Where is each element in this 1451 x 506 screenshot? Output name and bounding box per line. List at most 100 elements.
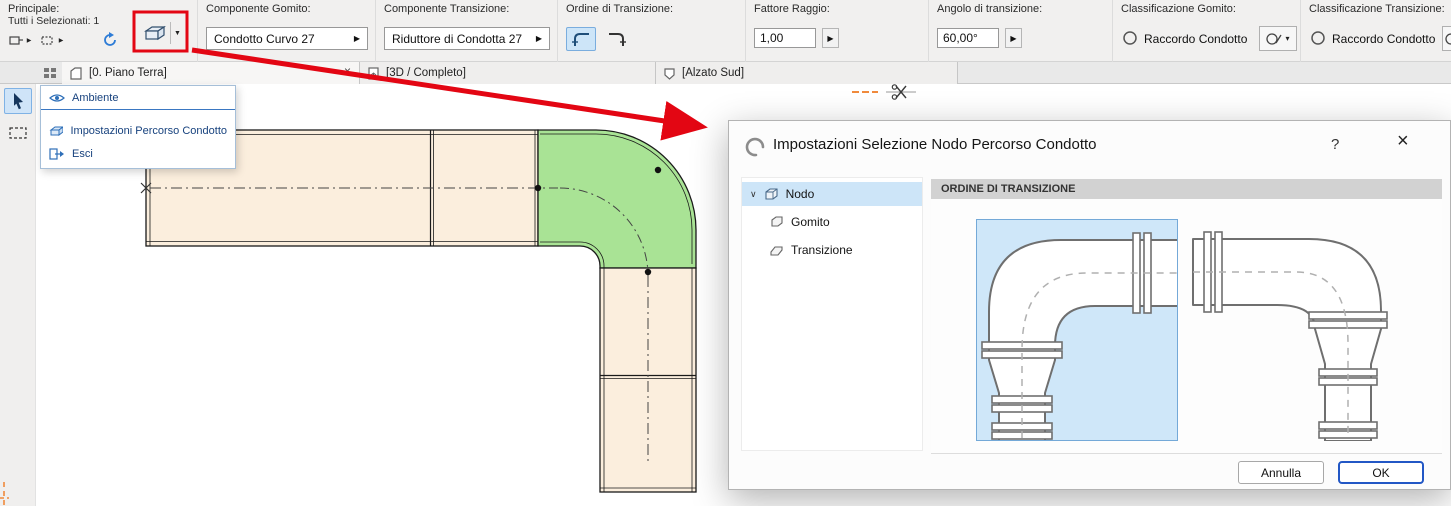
elbow-order-1-icon [571,31,591,47]
duct-icon [143,24,167,42]
node-handle[interactable] [535,185,541,191]
classification-ring-icon [1310,30,1326,46]
cancel-button[interactable]: Annulla [1238,461,1324,484]
node-handle[interactable] [655,167,661,173]
angolo-transizione-flyout-button[interactable]: ▶ [1005,28,1022,48]
duct-settings-icon [49,125,63,137]
tab-piano-terra[interactable]: [0. Piano Terra] × [62,62,360,84]
rotate-button[interactable] [98,30,122,50]
componente-gomito-combo[interactable]: Condotto Curvo 27 ▶ [206,27,368,50]
dialog-footer-divider [931,453,1442,454]
info-toolbar: Principale: Tutti i Selezionati: 1 ▶ ▶ [0,0,1451,62]
flyout-arrow-icon: ▶ [536,34,542,43]
view-tabbar: [0. Piano Terra] × [3D / Completo] [Alza… [0,62,1451,84]
marquee-select-tool[interactable] [4,120,32,146]
section-fattore-raggio: Fattore Raggio: ▶ [745,0,928,62]
app-window: Principale: Tutti i Selezionati: 1 ▶ ▶ [0,0,1451,506]
tree-item-label: Nodo [786,187,815,201]
eye-icon [49,93,65,103]
help-button[interactable]: ? [1331,136,1339,153]
section-ordine-transizione: Ordine di Transizione: [557,0,745,62]
menu-item-ambiente[interactable]: Ambiente [41,86,235,109]
transition-order-first-button[interactable] [566,27,596,51]
floor-plan-icon [69,67,83,80]
chevron-down-icon[interactable]: ∨ [750,189,757,200]
tab-label: [3D / Completo] [386,67,466,79]
flyout-arrow-icon: ▶ [59,37,64,44]
menu-item-impostazioni-percorso[interactable]: Impostazioni Percorso Condotto [41,119,235,142]
transition-order-option-1[interactable] [976,219,1178,441]
marquee-tool-button[interactable]: ▶ [38,30,66,50]
ok-button[interactable]: OK [1338,461,1424,484]
node-icon [764,188,779,200]
fattore-raggio-input[interactable] [754,28,816,48]
transition-order-second-button[interactable] [602,27,632,51]
dropdown-arrow-icon[interactable]: ▼ [174,30,181,37]
node-selection-settings-dialog: Impostazioni Selezione Nodo Percorso Con… [728,120,1451,490]
tree-item-transizione[interactable]: Transizione [742,238,922,262]
snap-dashes-icon [852,88,878,96]
section-classificazione-gomito: Classificazione Gomito: Raccordo Condott… [1112,0,1300,62]
close-icon[interactable]: × [1397,130,1409,153]
section-principale: Principale: Tutti i Selezionati: 1 ▶ ▶ [0,0,197,62]
node-tool-button[interactable]: ▶ [6,30,34,50]
flyout-arrow-icon: ▶ [1010,34,1016,43]
pet-palette-menu: Ambiente Impostazioni Percorso Condotto … [40,85,236,169]
tree-item-nodo[interactable]: ∨ Nodo [742,182,922,206]
componente-transizione-combo[interactable]: Riduttore di Condotta 27 ▶ [384,27,550,50]
flyout-arrow-icon: ▶ [354,34,360,43]
elevation-icon [663,67,676,80]
tab-label: [0. Piano Terra] [89,67,167,79]
menu-item-esci[interactable]: Esci [41,142,235,165]
section-classificazione-transizione: Classificazione Transizione: Raccordo Co… [1300,0,1451,62]
duct-path-settings-button[interactable]: ▼ [138,16,186,50]
view-3d-icon [367,67,380,80]
menu-item-label: Ambiente [72,92,118,104]
classificazione-transizione-button[interactable] [1442,26,1451,51]
elbow-icon [770,216,784,228]
section-componente-transizione: Componente Transizione: Riduttore di Con… [375,0,557,62]
classificazione-transizione-value: Raccordo Condotto [1332,32,1435,46]
toolbox [0,84,36,506]
tab-3d-completo[interactable]: [3D / Completo] [360,62,656,84]
componente-transizione-value: Riduttore di Condotta 27 [392,32,522,46]
section-angolo-transizione: Angolo di transizione: ▶ [928,0,1112,62]
tab-overview-button[interactable] [40,64,60,82]
trim-scissors-icon [886,84,916,100]
small-dropdown-icon: ▾ [1285,34,1289,43]
componente-gomito-value: Condotto Curvo 27 [214,32,315,46]
fattore-raggio-flyout-button[interactable]: ▶ [822,28,839,48]
transition-order-header: ORDINE DI TRANSIZIONE [931,179,1442,199]
tab-label: [Alzato Sud] [682,67,744,79]
settings-tree-panel: ∨ Nodo Gomito Transizione [741,177,923,451]
marquee-rect-icon [9,127,27,139]
flyout-arrow-icon: ▶ [827,34,833,43]
elbow-order-2-icon [607,31,627,47]
tree-item-gomito[interactable]: Gomito [742,210,922,234]
selected-elbow-node[interactable] [538,130,696,268]
node-tool-icon [9,35,24,46]
marquee-tool-icon [41,35,56,46]
classificazione-transizione-label: Classificazione Transizione: [1309,3,1445,15]
angolo-transizione-input[interactable] [937,28,999,48]
classification-edit-icon [1266,32,1282,46]
transition-order-options [931,199,1442,453]
tab-close-icon[interactable]: × [344,64,351,78]
marquee-edge-dashes [0,480,14,506]
fattore-raggio-label: Fattore Raggio: [754,3,830,15]
componente-gomito-label: Componente Gomito: [206,3,311,15]
menu-separator [41,109,235,110]
classificazione-gomito-button[interactable]: ▾ [1259,26,1297,51]
tab-alzato-sud[interactable]: [Alzato Sud] [656,62,958,84]
node-handle[interactable] [645,269,651,275]
menu-item-label: Esci [72,148,93,160]
app-logo-icon [744,135,768,159]
menu-item-label: Impostazioni Percorso Condotto [70,125,227,137]
grid-icon [43,67,57,79]
arrow-select-tool[interactable] [4,88,32,114]
section-componente-gomito: Componente Gomito: Condotto Curvo 27 ▶ [197,0,375,62]
dialog-title: Impostazioni Selezione Nodo Percorso Con… [773,136,1097,153]
transition-order-option-2[interactable] [1191,219,1393,441]
cursor-arrow-icon [10,92,26,110]
classificazione-gomito-value: Raccordo Condotto [1144,32,1247,46]
